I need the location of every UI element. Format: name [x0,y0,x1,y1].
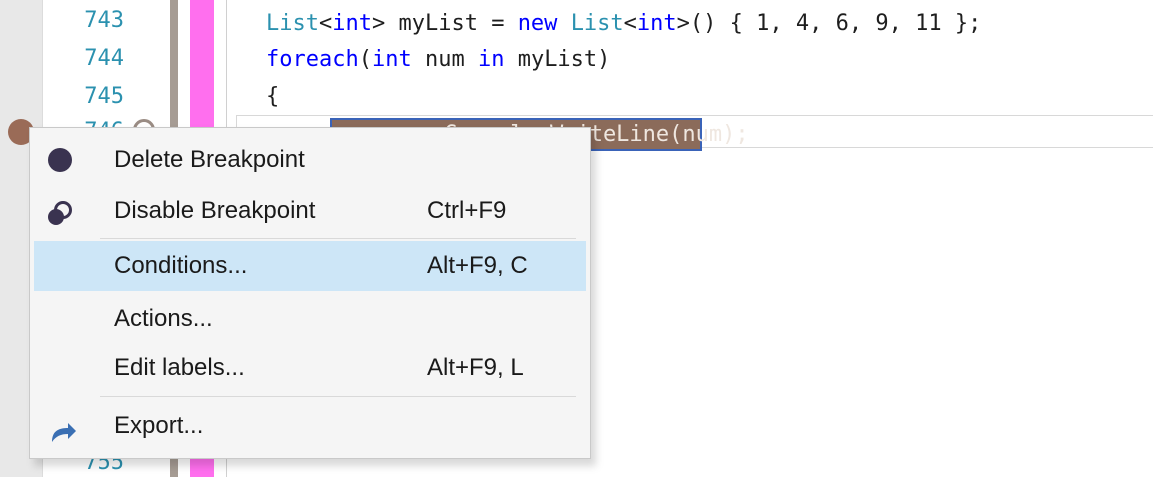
menu-item-shortcut: Ctrl+F9 [427,197,507,224]
code-line[interactable]: { [266,80,279,114]
menu-item-label: Export... [114,412,204,439]
breakpoint-context-menu: Delete Breakpoint Disable Breakpoint Ctr… [29,127,591,459]
breakpoint-filled-icon [48,148,72,172]
menu-item-shortcut: Alt+F9, C [427,252,528,279]
line-number: 744 [84,46,124,71]
menu-item-disable-breakpoint[interactable]: Disable Breakpoint Ctrl+F9 [34,186,586,236]
code-token: foreach [266,47,359,72]
code-token: int [636,11,677,36]
code-token: num [411,47,478,72]
menu-separator [100,396,576,397]
code-token: int [332,11,372,36]
code-token: < [623,11,637,36]
menu-item-label: Conditions... [114,252,248,279]
menu-item-shortcut: Alt+F9, L [427,354,524,381]
code-token: int [371,47,412,72]
menu-item-label: Actions... [114,305,213,332]
code-line[interactable]: List<int> myList = new List<int>() { 1, … [266,7,981,41]
line-number: 743 [84,8,124,33]
code-token: < [318,11,333,36]
code-token: >() { 1, 4, 6, 9, 11 }; [676,11,982,36]
menu-item-export[interactable]: Export... [34,401,586,451]
menu-item-label: Disable Breakpoint [114,197,316,224]
menu-item-label: Edit labels... [114,354,245,381]
menu-item-conditions[interactable]: Conditions... Alt+F9, C [34,241,586,291]
code-token: myList) [504,47,611,72]
menu-item-edit-labels[interactable]: Edit labels... Alt+F9, L [34,343,586,393]
breakpoint-disable-icon [48,199,74,225]
code-token: ( [358,47,372,72]
code-token: List [266,11,319,36]
code-line[interactable]: foreach(int num in myList) [266,43,610,77]
menu-item-delete-breakpoint[interactable]: Delete Breakpoint [34,135,586,185]
export-arrow-icon [48,414,76,442]
menu-separator [100,238,576,239]
code-token: List [570,11,624,36]
code-token: in [477,47,505,72]
menu-item-actions[interactable]: Actions... [34,294,586,344]
code-token: > myList = [371,11,518,36]
line-number: 745 [84,84,124,109]
menu-item-label: Delete Breakpoint [114,146,305,173]
code-token: new [517,11,558,36]
